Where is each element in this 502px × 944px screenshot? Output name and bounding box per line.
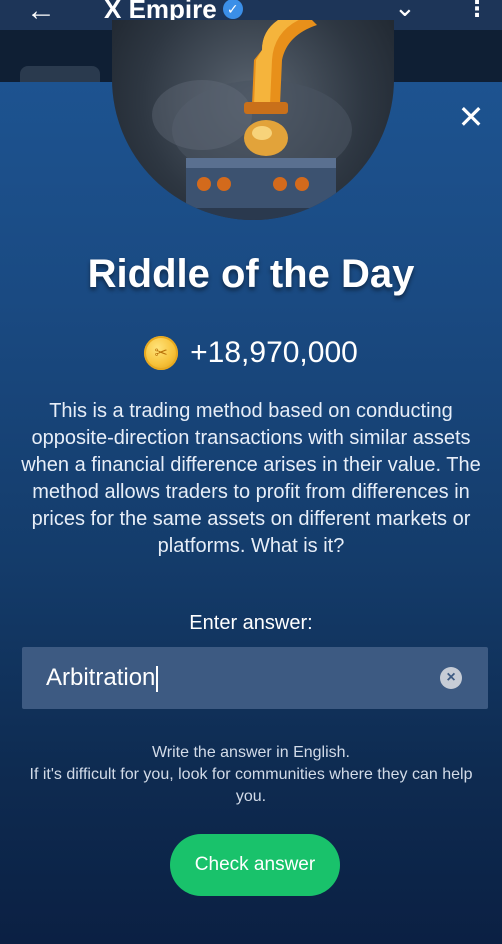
verified-badge-icon: ✓ [222, 0, 243, 19]
coin-icon: ✂ [144, 336, 179, 370]
more-options-icon[interactable]: ⋮ [466, 0, 488, 22]
clear-icon[interactable]: × [440, 667, 462, 689]
hint-text: Write the answer in English. If it's dif… [20, 742, 482, 808]
answer-input-value[interactable]: Arbitration [46, 664, 159, 692]
answer-input[interactable]: Arbitration × [22, 647, 488, 709]
reward-row: ✂ +18,970,000 [0, 336, 502, 370]
close-icon[interactable]: ✕ [454, 100, 488, 134]
back-arrow-icon[interactable]: ← [26, 0, 56, 26]
answer-label: Enter answer: [189, 612, 313, 634]
check-answer-button[interactable]: Check answer [170, 834, 340, 896]
modal-title: Riddle of the Day [87, 252, 415, 296]
text-caret [156, 665, 159, 692]
hint-line-1: Write the answer in English. [151, 744, 350, 761]
hint-line-2: If it's difficult for you, look for comm… [29, 766, 473, 805]
reward-amount: +18,970,000 [190, 336, 358, 369]
riddle-text: This is a trading method based on conduc… [21, 400, 481, 557]
answer-text: Arbitration [46, 664, 156, 691]
chevron-down-icon[interactable]: ⌄ [394, 0, 416, 23]
page: ← X Empire ✓ ⌄ ⋮ ✕ Riddle of the Day ✂ +… [0, 0, 502, 944]
